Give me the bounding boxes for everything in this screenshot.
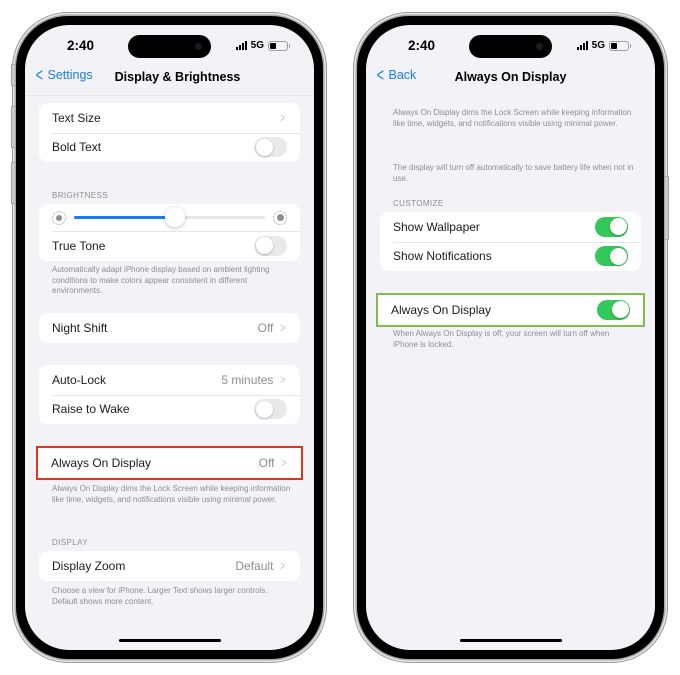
night-shift-group: Night Shift Off > [39, 313, 300, 343]
customize-group: Show Wallpaper Show Notifications [380, 212, 641, 271]
signal-icon [235, 41, 247, 50]
row-label: Night Shift [52, 320, 108, 335]
dynamic-island [469, 35, 552, 58]
chevron-right-icon: > [280, 320, 286, 336]
always-on-footer: When Always On Display is off, your scre… [393, 329, 610, 349]
section-header-brightness: BRIGHTNESS [52, 191, 109, 200]
text-group: Text Size > Bold Text [39, 103, 300, 162]
row-value: Default [235, 558, 274, 573]
row-value: Off [257, 320, 274, 335]
display-zoom-group: Display Zoom Default > [39, 551, 300, 581]
row-label: Always On Display [51, 455, 152, 470]
status-time: 2:40 [67, 38, 95, 53]
brightness-group: True Tone [39, 204, 300, 261]
true-tone-toggle[interactable] [254, 235, 287, 256]
always-on-group: Always On Display [376, 293, 645, 327]
text-size-row[interactable]: Text Size > [39, 103, 300, 133]
camera-icon [195, 43, 202, 50]
row-label: Display Zoom [52, 558, 126, 573]
home-indicator[interactable] [459, 639, 562, 642]
row-label: Show Wallpaper [393, 219, 480, 234]
phone-display-brightness: 2:40 5G < Settings Display & Brightness … [11, 16, 323, 659]
brightness-slider[interactable] [74, 207, 265, 227]
display-zoom-footer: Choose a view for iPhone. Larger Text sh… [52, 586, 268, 606]
page-title: Display & Brightness [114, 70, 241, 84]
section-header-customize: CUSTOMIZE [393, 199, 444, 208]
true-tone-footer: Automatically adapt iPhone display based… [52, 265, 270, 295]
row-label: True Tone [52, 238, 106, 253]
volume-up-button [11, 106, 16, 148]
chevron-right-icon: > [280, 110, 286, 126]
navigation-bar: < Back Always On Display [366, 65, 655, 95]
signal-icon [576, 41, 588, 50]
status-time: 2:40 [408, 38, 436, 53]
bold-text-row: Bold Text [39, 132, 300, 163]
battery-note: The display will turn off automatically … [393, 163, 634, 183]
volume-down-button [11, 162, 16, 204]
show-wallpaper-row: Show Wallpaper [380, 212, 641, 242]
screen: 2:40 5G < Back Always On Display Always … [366, 25, 655, 650]
navigation-bar: < Settings Display & Brightness [25, 65, 314, 96]
row-label: Auto-Lock [52, 372, 107, 387]
row-label: Always On Display [391, 302, 492, 317]
chevron-right-icon: > [280, 558, 286, 574]
always-on-display-row: Always On Display [378, 295, 643, 325]
auto-lock-row[interactable]: Auto-Lock 5 minutes > [39, 365, 300, 395]
home-indicator[interactable] [118, 639, 221, 642]
always-on-display-row[interactable]: Always On Display Off > [38, 448, 301, 478]
page-title: Always On Display [454, 70, 567, 84]
true-tone-row: True Tone [39, 231, 300, 261]
phone-always-on-display: 2:40 5G < Back Always On Display Always … [357, 16, 669, 659]
bold-text-toggle[interactable] [254, 137, 287, 158]
intro-text: Always On Display dims the Lock Screen w… [393, 108, 632, 128]
show-notifications-row: Show Notifications [380, 241, 641, 272]
row-label: Text Size [52, 110, 101, 125]
network-type: 5G [250, 40, 264, 51]
row-label: Raise to Wake [52, 402, 130, 417]
battery-icon [609, 40, 631, 51]
raise-to-wake-row: Raise to Wake [39, 394, 300, 425]
status-bar: 2:40 5G [25, 25, 314, 69]
always-on-footer: Always On Display dims the Lock Screen w… [52, 484, 291, 504]
side-button [664, 176, 669, 240]
always-on-group: Always On Display Off > [36, 446, 303, 480]
slider-thumb[interactable] [165, 207, 186, 227]
lock-group: Auto-Lock 5 minutes > Raise to Wake [39, 365, 300, 424]
row-value: 5 minutes [221, 372, 274, 387]
screen: 2:40 5G < Settings Display & Brightness … [25, 25, 314, 650]
status-bar: 2:40 5G [366, 25, 655, 69]
always-on-display-toggle[interactable] [597, 299, 630, 320]
row-label: Show Notifications [393, 249, 492, 264]
action-button [11, 64, 16, 86]
night-shift-row[interactable]: Night Shift Off > [39, 313, 300, 343]
battery-icon [268, 40, 290, 51]
chevron-right-icon: > [280, 372, 286, 388]
show-wallpaper-toggle[interactable] [595, 216, 628, 237]
sun-small-icon [52, 210, 66, 225]
chevron-right-icon: > [281, 455, 287, 471]
show-notifications-toggle[interactable] [595, 246, 628, 267]
row-label: Bold Text [52, 140, 102, 155]
display-zoom-row[interactable]: Display Zoom Default > [39, 551, 300, 581]
section-header-display: DISPLAY [52, 538, 88, 547]
row-value: Off [258, 455, 275, 470]
network-type: 5G [591, 40, 605, 51]
slider-fill [74, 216, 176, 219]
sun-large-icon [273, 210, 287, 225]
dynamic-island [128, 35, 211, 58]
camera-icon [536, 43, 543, 50]
brightness-slider-row [39, 204, 300, 231]
raise-to-wake-toggle[interactable] [254, 399, 287, 420]
